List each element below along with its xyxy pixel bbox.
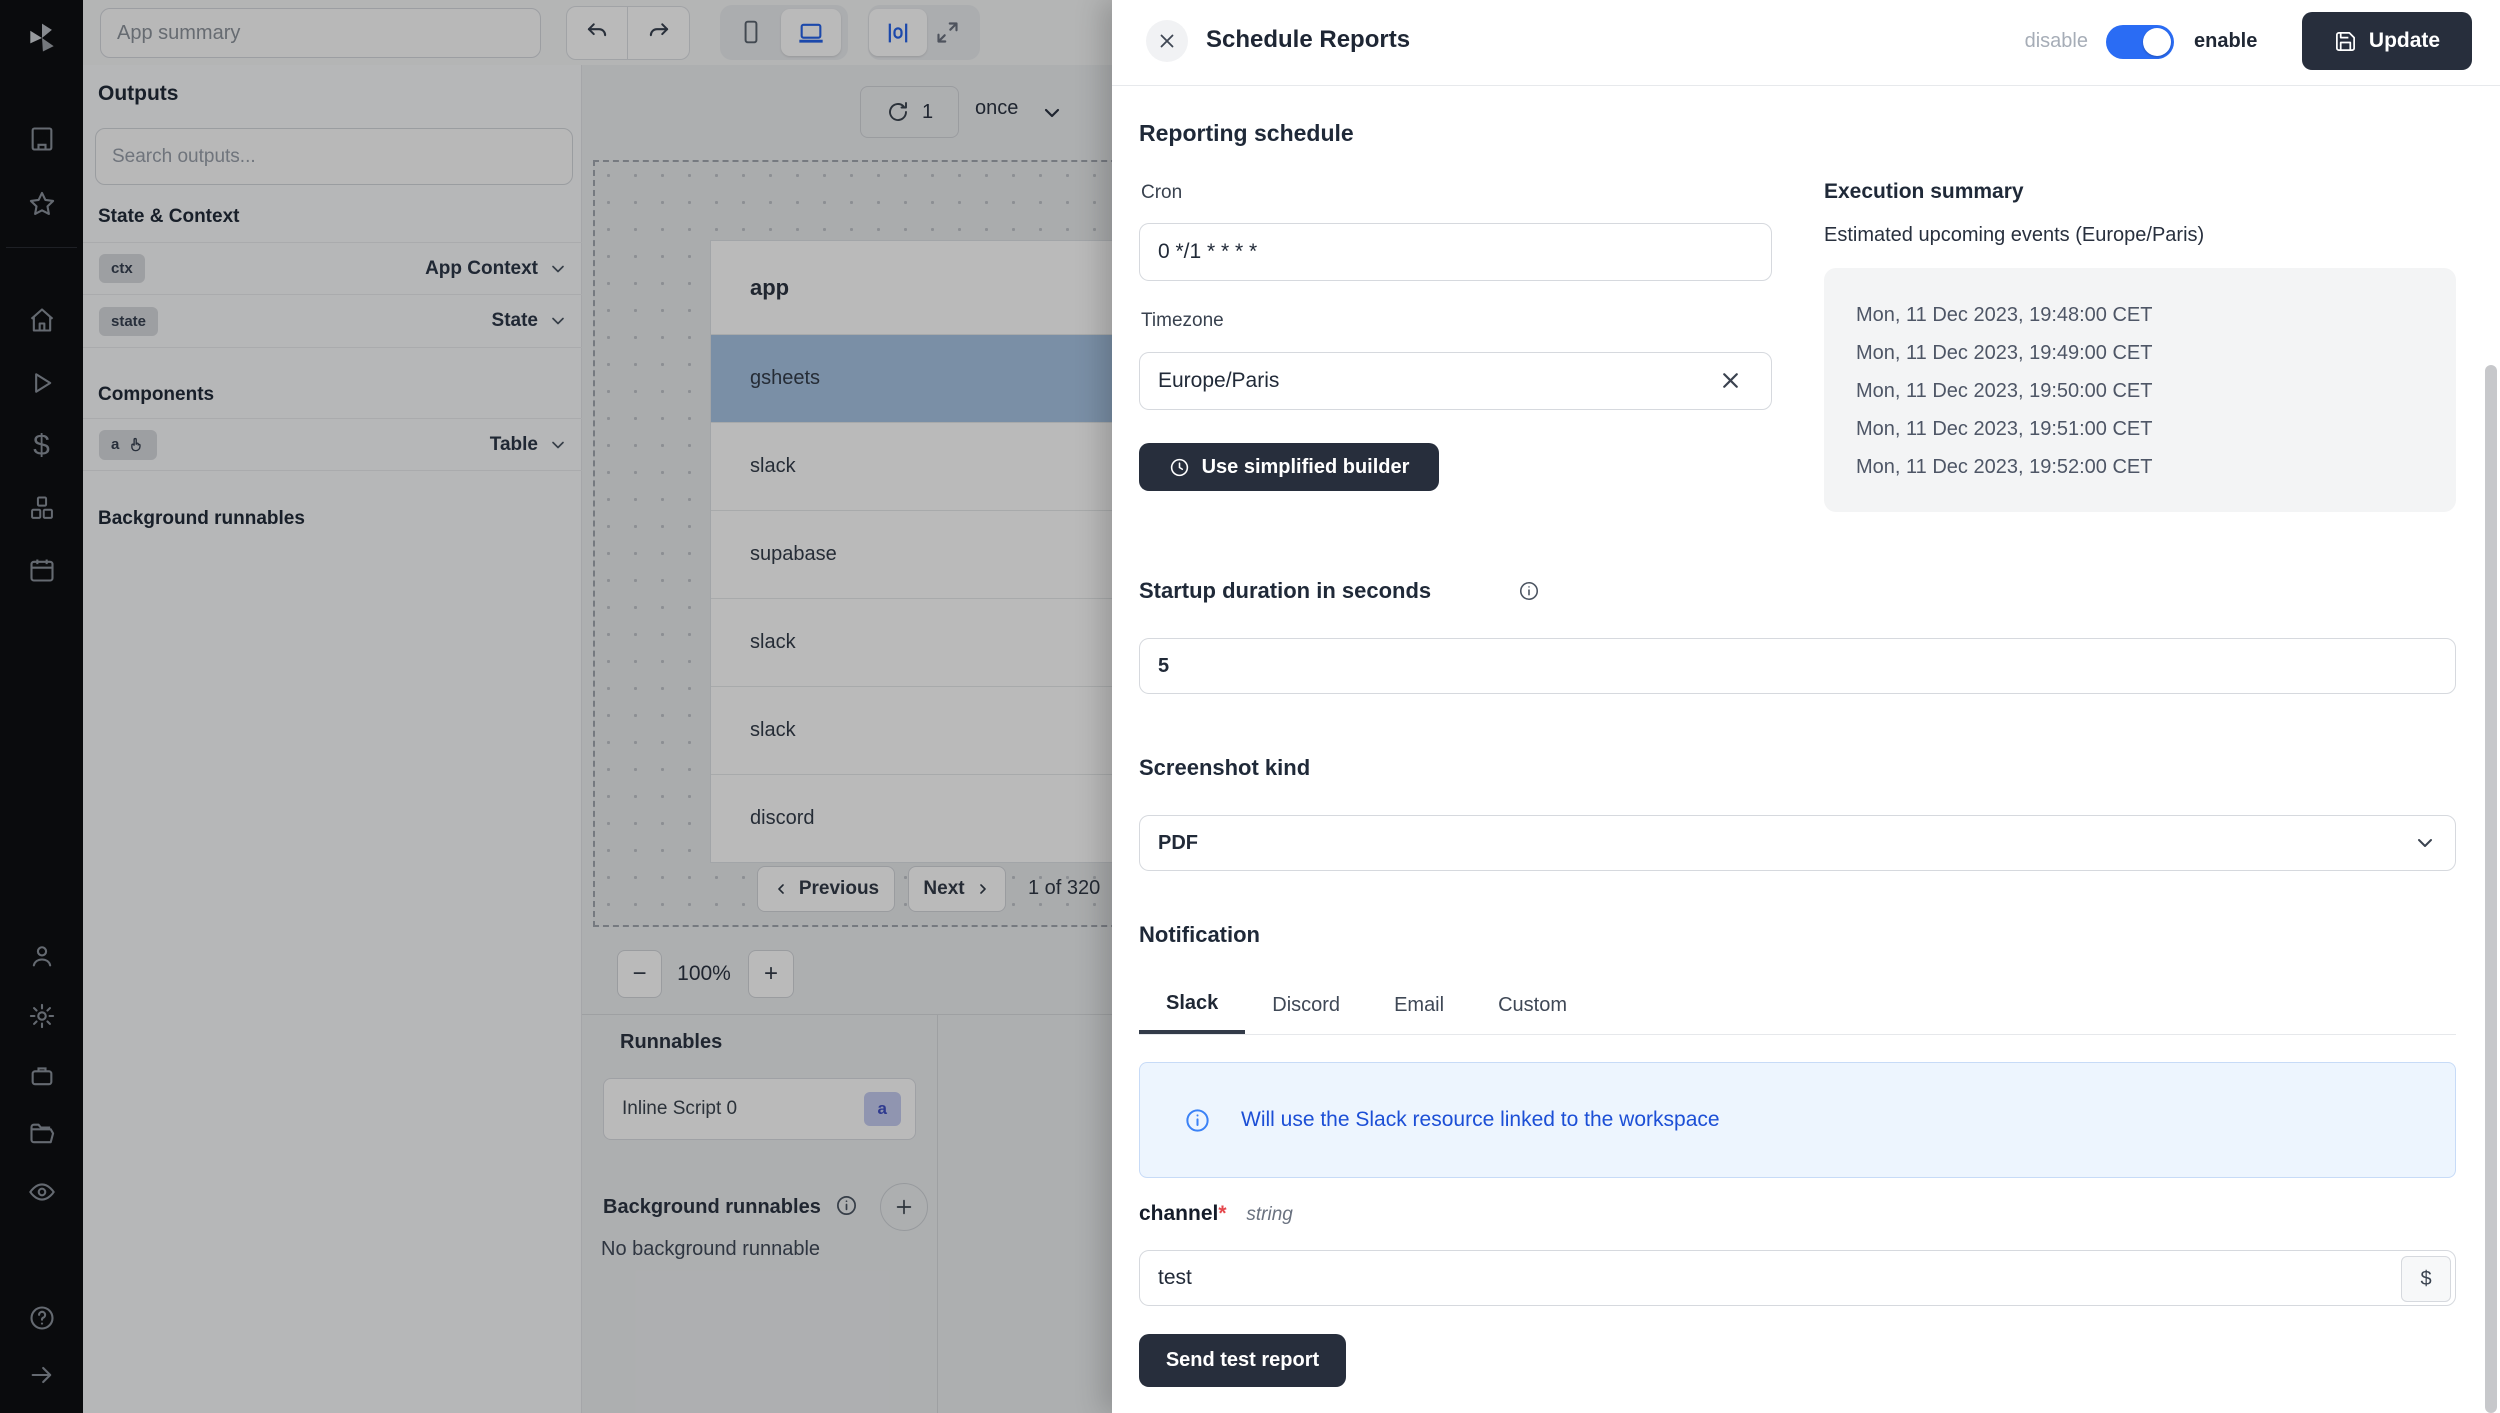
screenshot-kind-heading: Screenshot kind — [1139, 755, 1310, 781]
notification-heading: Notification — [1139, 922, 1260, 948]
close-icon — [1156, 30, 1178, 52]
update-label: Update — [2369, 29, 2440, 53]
screenshot-kind-value: PDF — [1158, 832, 1198, 855]
tab-custom[interactable]: Custom — [1471, 977, 1594, 1034]
startup-duration-heading: Startup duration in seconds — [1139, 578, 1431, 604]
slack-info-alert: Will use the Slack resource linked to th… — [1139, 1062, 2456, 1178]
timezone-input[interactable] — [1139, 352, 1772, 410]
variable-picker-button[interactable]: $ — [2401, 1256, 2451, 1302]
clock-icon — [1169, 457, 1190, 478]
drawer-scrollbar[interactable] — [2485, 365, 2497, 1413]
event-item: Mon, 11 Dec 2023, 19:52:00 CET — [1856, 448, 2456, 486]
toggle-off-label: disable — [1992, 30, 2088, 53]
notification-tabs: Slack Discord Email Custom — [1139, 977, 2456, 1035]
clear-timezone-icon[interactable] — [1718, 368, 1743, 393]
cron-label: Cron — [1141, 182, 1182, 204]
execution-summary-subtitle: Estimated upcoming events (Europe/Paris) — [1824, 224, 2204, 247]
send-test-report-label: Send test report — [1166, 1349, 1319, 1372]
execution-summary-heading: Execution summary — [1824, 180, 2024, 204]
schedule-reports-drawer: Schedule Reports disable enable Update R… — [1112, 0, 2500, 1413]
channel-label-text: channel — [1139, 1202, 1218, 1225]
channel-input[interactable] — [1139, 1250, 2456, 1306]
channel-label: channel* string — [1139, 1202, 1293, 1226]
event-item: Mon, 11 Dec 2023, 19:51:00 CET — [1856, 410, 2456, 448]
event-item: Mon, 11 Dec 2023, 19:48:00 CET — [1856, 296, 2456, 334]
upcoming-events-box: Mon, 11 Dec 2023, 19:48:00 CET Mon, 11 D… — [1824, 268, 2456, 512]
tab-email[interactable]: Email — [1367, 977, 1471, 1034]
channel-type-label: string — [1246, 1204, 1292, 1225]
tab-discord[interactable]: Discord — [1245, 977, 1367, 1034]
save-icon — [2334, 30, 2357, 53]
toggle-on-label: enable — [2194, 30, 2257, 53]
simplified-builder-button[interactable]: Use simplified builder — [1139, 443, 1439, 491]
select-chevron-icon — [2413, 831, 2437, 855]
toggle-knob — [2143, 28, 2171, 56]
required-asterisk: * — [1218, 1202, 1226, 1225]
cron-input[interactable] — [1139, 223, 1772, 281]
drawer-header: Schedule Reports disable enable Update — [1112, 0, 2500, 86]
startup-info-icon[interactable] — [1518, 580, 1540, 602]
event-item: Mon, 11 Dec 2023, 19:49:00 CET — [1856, 334, 2456, 372]
enable-toggle[interactable] — [2106, 25, 2174, 59]
app-screen: $ — [0, 0, 2500, 1413]
tab-slack[interactable]: Slack — [1139, 977, 1245, 1034]
send-test-report-button[interactable]: Send test report — [1139, 1334, 1346, 1387]
close-drawer-button[interactable] — [1146, 20, 1188, 62]
reporting-schedule-heading: Reporting schedule — [1139, 120, 1354, 147]
simplified-builder-label: Use simplified builder — [1202, 456, 1410, 479]
update-button[interactable]: Update — [2302, 12, 2472, 70]
slack-info-text: Will use the Slack resource linked to th… — [1241, 1108, 1720, 1132]
drawer-title: Schedule Reports — [1206, 26, 1410, 54]
timezone-label: Timezone — [1141, 310, 1224, 332]
startup-duration-input[interactable] — [1139, 638, 2456, 694]
info-icon — [1184, 1107, 1211, 1134]
screenshot-kind-select[interactable]: PDF — [1139, 815, 2456, 871]
event-item: Mon, 11 Dec 2023, 19:50:00 CET — [1856, 372, 2456, 410]
